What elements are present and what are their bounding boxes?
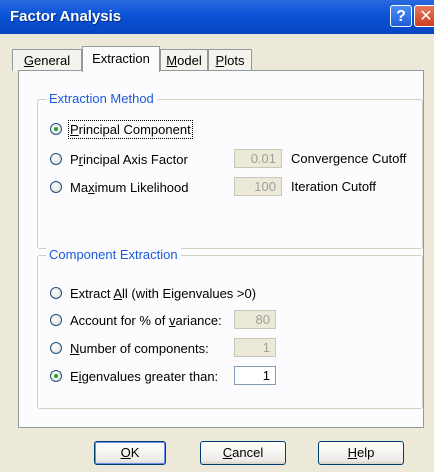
extraction-method-legend: Extraction Method [46, 91, 157, 106]
convergence-cutoff-input[interactable]: 0.01 [234, 149, 282, 168]
help-button[interactable]: Help [318, 441, 404, 465]
tab-general-label: eneral [33, 53, 71, 68]
radio-button[interactable] [50, 342, 62, 354]
cancel-button[interactable]: Cancel [200, 441, 286, 465]
principal-axis-factor-label: Principal Axis Factor [70, 151, 188, 167]
ok-button[interactable]: OK [94, 441, 166, 465]
tab-extraction-label: Extraction [92, 51, 150, 66]
principal-component-label: Principal Component [68, 119, 193, 139]
window-title: Factor Analysis [10, 8, 122, 25]
tab-extraction[interactable]: Extraction [82, 46, 160, 72]
variance-input[interactable]: 80 [234, 310, 276, 329]
iteration-cutoff-label: Iteration Cutoff [291, 179, 377, 194]
radio-maximum-likelihood[interactable]: Maximum Likelihood [50, 178, 189, 196]
radio-button-selected[interactable] [50, 123, 62, 135]
radio-button[interactable] [50, 181, 62, 193]
tab-model-mnemonic: M [166, 53, 178, 68]
number-of-components-label: Number of components: [70, 340, 209, 356]
radio-principal-axis-factor[interactable]: Principal Axis Factor [50, 150, 188, 168]
component-extraction-legend: Component Extraction [46, 247, 181, 262]
factor-analysis-dialog: Factor Analysis ? ✕ General Extraction M… [0, 0, 434, 472]
help-mnemonic: H [347, 445, 358, 460]
tab-general-mnemonic: G [23, 53, 34, 68]
tab-plots-mnemonic: P [215, 53, 225, 68]
account-for-variance-label: Account for % of variance: [70, 312, 222, 328]
tab-model-label: odel [177, 53, 202, 68]
radio-eigenvalues-greater-than[interactable]: Eigenvalues greater than: [50, 367, 218, 385]
extraction-panel: Extraction Method Principal Component Pr… [18, 70, 424, 428]
radio-button-selected[interactable] [50, 370, 62, 382]
iteration-cutoff-input[interactable]: 100 [234, 177, 282, 196]
radio-button[interactable] [50, 153, 62, 165]
eigenvalue-threshold-input[interactable]: 1 [234, 366, 276, 385]
radio-extract-all[interactable]: Extract All (with Eigenvalues >0) [50, 284, 256, 302]
component-extraction-group: Component Extraction Extract All (with E… [37, 247, 423, 409]
help-icon[interactable]: ? [390, 5, 412, 27]
title-bar[interactable]: Factor Analysis ? ✕ [0, 0, 434, 34]
maximum-likelihood-label: Maximum Likelihood [70, 179, 189, 195]
help-label: elp [357, 445, 375, 460]
cancel-mnemonic: C [222, 445, 233, 460]
radio-button[interactable] [50, 314, 62, 326]
radio-button[interactable] [50, 287, 62, 299]
extract-all-label: Extract All (with Eigenvalues >0) [70, 285, 257, 301]
tab-general[interactable]: General [12, 49, 82, 71]
close-icon[interactable]: ✕ [414, 5, 434, 27]
radio-account-for-variance[interactable]: Account for % of variance: [50, 311, 222, 329]
tab-model[interactable]: Model [160, 49, 208, 71]
ok-label: K [130, 445, 140, 460]
ok-mnemonic: O [120, 445, 131, 460]
extraction-method-group: Extraction Method Principal Component Pr… [37, 91, 423, 249]
tab-plots-label: lots [224, 53, 245, 68]
radio-number-of-components[interactable]: Number of components: [50, 339, 209, 357]
eigenvalues-greater-than-label: Eigenvalues greater than: [70, 368, 219, 384]
tab-plots[interactable]: Plots [208, 49, 252, 71]
convergence-cutoff-label: Convergence Cutoff [291, 151, 407, 166]
cancel-label: ancel [232, 445, 264, 460]
radio-principal-component[interactable]: Principal Component [50, 119, 193, 139]
number-of-components-input[interactable]: 1 [234, 338, 276, 357]
